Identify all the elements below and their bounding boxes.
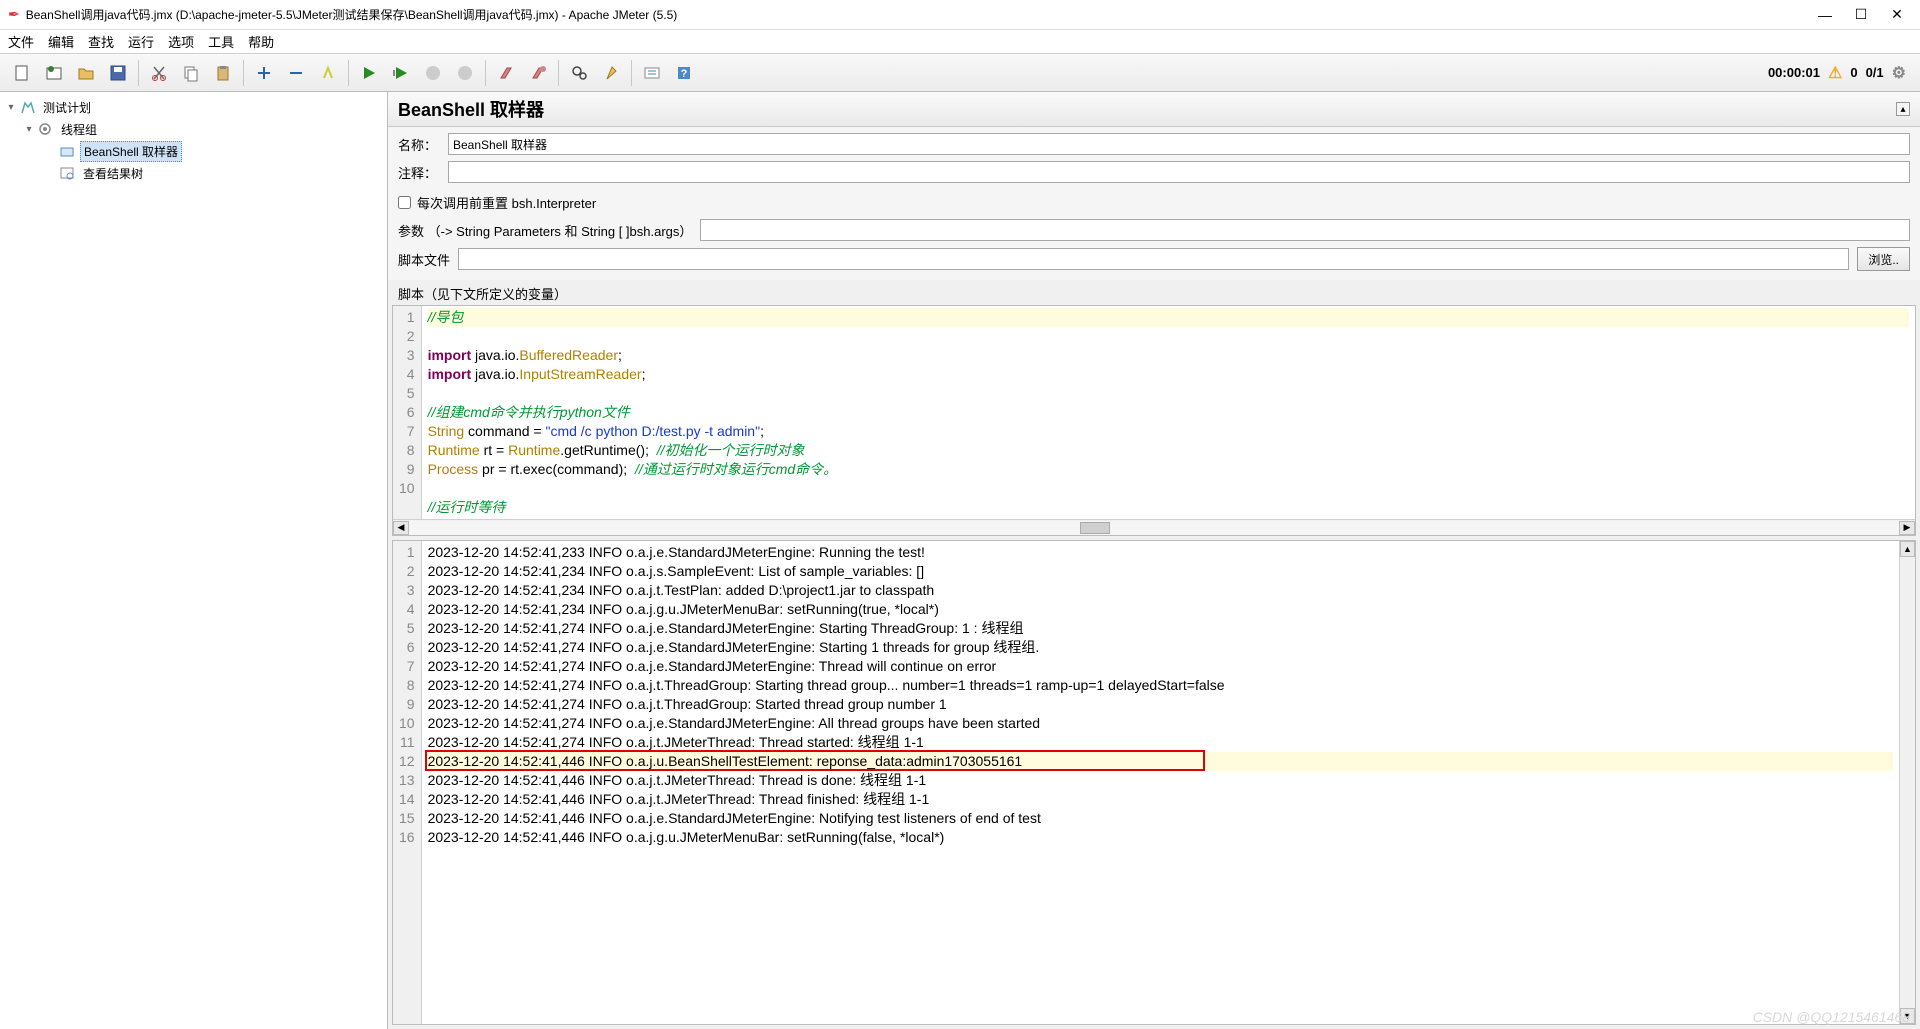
new-button[interactable] xyxy=(7,58,37,88)
scroll-up-icon[interactable]: ▲ xyxy=(1900,541,1915,557)
shutdown-button[interactable] xyxy=(450,58,480,88)
toggle-button[interactable] xyxy=(313,58,343,88)
code-editor[interactable]: 12345678910 //导包 import java.io.Buffered… xyxy=(392,305,1916,536)
collapse-button[interactable] xyxy=(281,58,311,88)
warning-count: 0 xyxy=(1850,65,1857,80)
open-button[interactable] xyxy=(71,58,101,88)
thread-count: 0/1 xyxy=(1866,65,1884,80)
cut-button[interactable] xyxy=(144,58,174,88)
paste-button[interactable] xyxy=(208,58,238,88)
tree-threadgroup[interactable]: 线程组 xyxy=(58,120,100,139)
search-button[interactable] xyxy=(564,58,594,88)
scroll-down-icon[interactable]: ▼ xyxy=(1900,1008,1915,1024)
svg-text:?: ? xyxy=(681,68,688,80)
name-label: 名称： xyxy=(398,135,442,154)
menu-run[interactable]: 运行 xyxy=(128,32,154,51)
log-panel[interactable]: 12345678910111213141516 2023-12-20 14:52… xyxy=(392,540,1916,1025)
tree-toggle[interactable]: ▾ xyxy=(4,102,18,113)
gear-icon[interactable]: ⚙ xyxy=(1892,63,1906,83)
copy-button[interactable] xyxy=(176,58,206,88)
app-icon: ✒ xyxy=(8,6,20,23)
collapse-panel-button[interactable]: ▴ xyxy=(1896,102,1910,116)
menubar: 文件 编辑 查找 运行 选项 工具 帮助 xyxy=(0,30,1920,54)
start-button[interactable] xyxy=(354,58,384,88)
minimize-button[interactable]: — xyxy=(1818,8,1832,22)
reset-interpreter-label: 每次调用前重置 bsh.Interpreter xyxy=(417,193,596,212)
save-button[interactable] xyxy=(103,58,133,88)
tree-results[interactable]: 查看结果树 xyxy=(80,164,146,183)
code-hscrollbar[interactable]: ◀ ▶ xyxy=(393,519,1915,535)
name-input[interactable] xyxy=(448,133,1910,155)
sampler-icon xyxy=(58,142,76,160)
testplan-icon xyxy=(18,98,36,116)
maximize-button[interactable]: ☐ xyxy=(1854,8,1868,22)
menu-options[interactable]: 选项 xyxy=(168,32,194,51)
reset-interpreter-checkbox[interactable] xyxy=(398,196,411,209)
browse-button[interactable]: 浏览.. xyxy=(1857,247,1910,271)
toolbar: ? 00:00:01 ⚠ 0 0/1 ⚙ xyxy=(0,54,1920,92)
tree-testplan[interactable]: 测试计划 xyxy=(40,98,94,117)
menu-file[interactable]: 文件 xyxy=(8,32,34,51)
results-icon xyxy=(58,164,76,182)
menu-edit[interactable]: 编辑 xyxy=(48,32,74,51)
menu-search[interactable]: 查找 xyxy=(88,32,114,51)
expand-button[interactable] xyxy=(249,58,279,88)
main-panel: BeanShell 取样器 ▴ 名称： 注释： 每次调用前重置 bsh.Inte… xyxy=(388,92,1920,1029)
warning-icon[interactable]: ⚠ xyxy=(1828,63,1842,83)
comment-label: 注释： xyxy=(398,163,442,182)
params-label: 参数 （-> String Parameters 和 String [ ]bsh… xyxy=(398,221,692,240)
elapsed-time: 00:00:01 xyxy=(1768,65,1820,80)
tree-sampler[interactable]: BeanShell 取样器 xyxy=(80,141,182,162)
templates-button[interactable] xyxy=(39,58,69,88)
clear-button[interactable] xyxy=(491,58,521,88)
start-no-pause-button[interactable] xyxy=(386,58,416,88)
menu-help[interactable]: 帮助 xyxy=(248,32,274,51)
window-title: BeanShell调用java代码.jmx (D:\apache-jmeter-… xyxy=(26,6,1818,23)
clear-all-button[interactable] xyxy=(523,58,553,88)
titlebar: ✒ BeanShell调用java代码.jmx (D:\apache-jmete… xyxy=(0,0,1920,30)
tree-toggle[interactable]: ▾ xyxy=(22,124,36,135)
panel-title: BeanShell 取样器 xyxy=(398,96,544,122)
function-helper-button[interactable] xyxy=(637,58,667,88)
menu-tools[interactable]: 工具 xyxy=(208,32,234,51)
stop-button[interactable] xyxy=(418,58,448,88)
threadgroup-icon xyxy=(36,120,54,138)
comment-input[interactable] xyxy=(448,161,1910,183)
close-button[interactable]: ✕ xyxy=(1890,8,1904,22)
params-input[interactable] xyxy=(700,219,1910,241)
reset-search-button[interactable] xyxy=(596,58,626,88)
help-button[interactable]: ? xyxy=(669,58,699,88)
log-vscrollbar[interactable]: ▲ ▼ xyxy=(1899,541,1915,1024)
script-label: 脚本（见下文所定义的变量） xyxy=(388,280,1920,305)
scroll-left-icon[interactable]: ◀ xyxy=(393,521,409,535)
script-file-label: 脚本文件 xyxy=(398,250,450,269)
script-file-input[interactable] xyxy=(458,248,1849,270)
tree-panel[interactable]: ▾ 测试计划 ▾ 线程组 BeanShell 取样器 查看结果树 xyxy=(0,92,388,1029)
scroll-right-icon[interactable]: ▶ xyxy=(1899,521,1915,535)
